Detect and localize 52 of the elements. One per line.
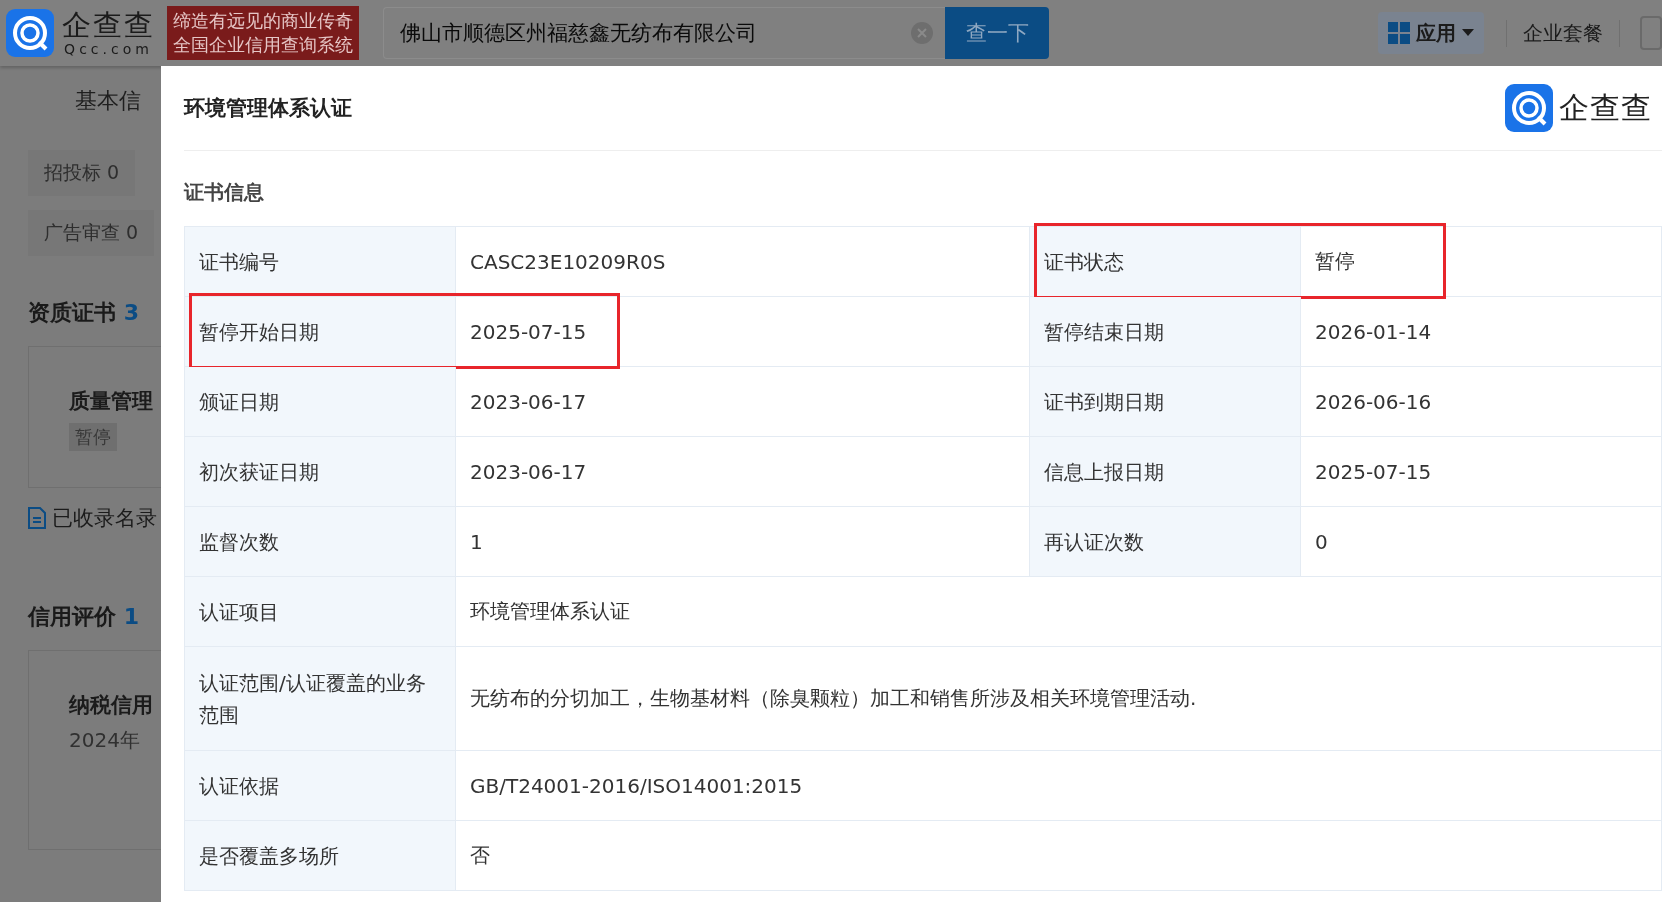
field-value: 否 bbox=[456, 821, 1662, 891]
plans-link[interactable]: 企业套餐 bbox=[1506, 19, 1620, 47]
field-label: 监督次数 bbox=[185, 507, 456, 577]
card-title: 质量管理 bbox=[69, 388, 154, 415]
document-icon bbox=[28, 507, 46, 529]
field-label: 暂停开始日期 bbox=[185, 297, 456, 367]
field-value: 暂停 bbox=[1301, 227, 1662, 297]
field-value: 环境管理体系认证 bbox=[456, 577, 1662, 647]
field-value: 2023-06-17 bbox=[456, 367, 1030, 437]
section-heading: 信用评价 1 bbox=[28, 603, 140, 631]
grid-icon bbox=[1388, 22, 1410, 44]
logo-domain: Qcc.com bbox=[64, 41, 153, 56]
field-label: 认证范围/认证覆盖的业务范围 bbox=[185, 647, 456, 751]
field-label: 信息上报日期 bbox=[1030, 437, 1301, 507]
card-year: 2024年 bbox=[69, 727, 141, 754]
search-button[interactable]: 查一下 bbox=[945, 7, 1049, 59]
page-tab[interactable]: 基本信 bbox=[75, 86, 161, 116]
field-value: 无纺布的分切加工，生物基材料（除臭颗粒）加工和销售所涉及相关环境管理活动. bbox=[456, 647, 1662, 751]
apps-menu[interactable]: 应用 bbox=[1378, 12, 1484, 54]
field-value: 0 bbox=[1301, 507, 1662, 577]
field-label: 认证项目 bbox=[185, 577, 456, 647]
section-title: 证书信息 bbox=[184, 179, 265, 206]
field-label: 暂停结束日期 bbox=[1030, 297, 1301, 367]
field-value: 2026-01-14 bbox=[1301, 297, 1662, 367]
field-value: 2023-06-17 bbox=[456, 437, 1030, 507]
slogan-banner: 缔造有远见的商业传奇 全国企业信用查询系统 bbox=[167, 6, 359, 60]
field-value: 1 bbox=[456, 507, 1030, 577]
filter-chip[interactable]: 招投标 0 bbox=[28, 150, 136, 196]
field-label: 颁证日期 bbox=[185, 367, 456, 437]
filter-chip[interactable]: 广告审查 0 bbox=[28, 210, 155, 256]
section-heading: 资质证书 3 bbox=[28, 299, 140, 327]
brand-name: 企查查 bbox=[1559, 88, 1652, 127]
field-value: 2026-06-16 bbox=[1301, 367, 1662, 437]
field-label: 认证依据 bbox=[185, 751, 456, 821]
caret-icon bbox=[1462, 29, 1474, 37]
brand-logo-icon bbox=[1505, 84, 1553, 132]
search-field[interactable]: 佛山市顺德区州福慈鑫无纺布有限公司 bbox=[383, 7, 945, 59]
field-value: 2025-07-15 bbox=[1301, 437, 1662, 507]
clear-icon[interactable] bbox=[911, 22, 933, 44]
field-label: 证书到期日期 bbox=[1030, 367, 1301, 437]
record-link[interactable]: 已收录名录 bbox=[52, 504, 157, 532]
logo-icon bbox=[6, 9, 54, 57]
field-label: 证书状态 bbox=[1030, 227, 1301, 297]
dialog-title: 环境管理体系认证 bbox=[184, 95, 352, 122]
field-label: 初次获证日期 bbox=[185, 437, 456, 507]
logo-name: 企查查 bbox=[62, 10, 155, 40]
card-title: 纳税信用 bbox=[69, 692, 154, 719]
field-label: 证书编号 bbox=[185, 227, 456, 297]
field-value: CASC23E10209R0S bbox=[456, 227, 1030, 297]
field-label: 再认证次数 bbox=[1030, 507, 1301, 577]
field-label: 是否覆盖多场所 bbox=[185, 821, 456, 891]
field-value: GB/T24001-2016/ISO14001:2015 bbox=[456, 751, 1662, 821]
